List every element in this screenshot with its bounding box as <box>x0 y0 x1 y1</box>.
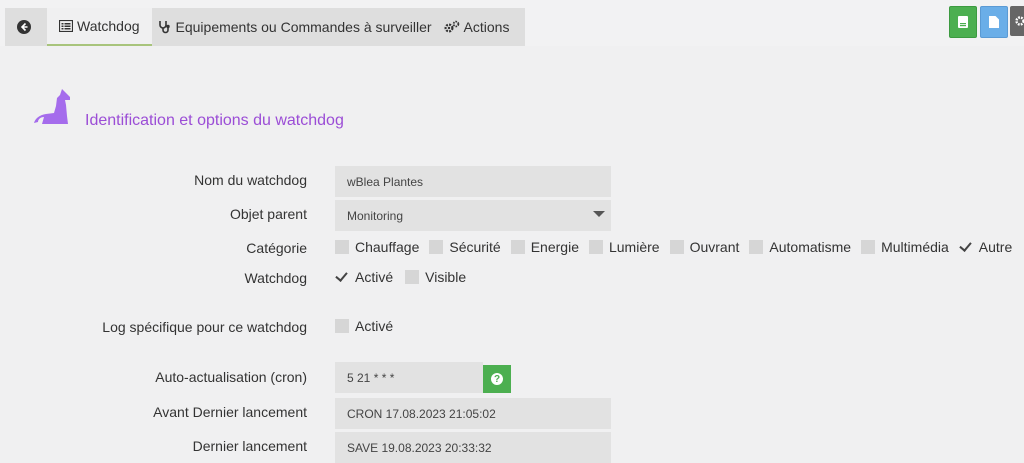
checkbox[interactable] <box>588 240 603 254</box>
section-title: Identification et options du watchdog <box>85 112 344 129</box>
name-label: Nom du watchdog <box>194 172 307 188</box>
top-bar: Watchdog Equipements ou Commandes à surv… <box>0 0 1024 46</box>
checkbox-label: Automatisme <box>769 239 852 255</box>
category-chauffage[interactable]: Chauffage <box>335 239 419 255</box>
checkbox-label: Chauffage <box>355 239 420 255</box>
checkbox[interactable] <box>429 240 444 254</box>
category-label: Catégorie <box>246 240 307 256</box>
checkbox-label: Sécurité <box>449 239 501 255</box>
previous-run-field: CRON 17.08.2023 21:05:02 <box>335 398 611 429</box>
category-autre[interactable]: Autre <box>959 239 1012 255</box>
last-run-field: SAVE 19.08.2023 20:33:32 <box>335 432 611 463</box>
checkbox-checked[interactable] <box>335 270 349 284</box>
save-icon <box>958 16 968 28</box>
back-button[interactable] <box>5 8 47 46</box>
watchdog-visible[interactable]: Visible <box>405 269 466 285</box>
checkbox-label: Activé <box>355 269 394 285</box>
parent-object-select[interactable]: Monitoring <box>335 200 611 231</box>
checkbox-label: Lumière <box>608 239 660 255</box>
cron-help-button[interactable]: ? <box>483 365 511 393</box>
tab-watchdog[interactable]: Watchdog <box>47 8 152 46</box>
checkbox[interactable] <box>405 270 420 284</box>
checkbox-label: Ouvrant <box>689 239 740 255</box>
gear-icon <box>1015 16 1024 26</box>
checkbox[interactable] <box>510 240 525 254</box>
configuration-button[interactable] <box>1010 6 1024 36</box>
tab-bar: Watchdog Equipements ou Commandes à surv… <box>5 8 525 46</box>
cron-input-value: 5 21 * * * <box>347 370 395 385</box>
last-run-value: SAVE 19.08.2023 20:33:32 <box>347 440 492 455</box>
name-input-value: wBlea Plantes <box>347 174 424 189</box>
checkbox-label: Activé <box>355 318 394 334</box>
watchdog-active[interactable]: Activé <box>335 269 393 285</box>
save-button[interactable] <box>949 6 977 38</box>
watchdog-checkboxes: Activé Visible <box>335 269 476 285</box>
category-multimedia[interactable]: Multimédia <box>861 239 949 255</box>
question-icon: ? <box>491 373 503 385</box>
cron-input[interactable]: 5 21 * * * <box>335 362 483 393</box>
category-lumiere[interactable]: Lumière <box>588 239 660 255</box>
category-securite[interactable]: Sécurité <box>429 239 501 255</box>
checkbox-label: Multimédia <box>881 239 949 255</box>
documentation-button[interactable] <box>980 6 1008 38</box>
cron-label: Auto-actualisation (cron) <box>155 369 307 385</box>
checkbox-label: Energie <box>530 239 579 255</box>
checkbox[interactable] <box>335 319 349 333</box>
dog-icon <box>34 89 70 124</box>
name-input[interactable]: wBlea Plantes <box>335 166 611 197</box>
stethoscope-icon <box>158 21 170 34</box>
checkbox-checked[interactable] <box>959 240 973 254</box>
tab-actions[interactable]: Actions <box>438 8 516 46</box>
log-label: Log spécifique pour ce watchdog <box>102 319 307 335</box>
checkbox[interactable] <box>669 240 684 254</box>
file-icon <box>989 16 999 28</box>
caret-down-icon <box>593 211 605 217</box>
list-icon <box>59 20 73 32</box>
checkbox-label: Visible <box>425 269 467 285</box>
gears-icon <box>444 20 459 33</box>
category-energie[interactable]: Energie <box>510 239 579 255</box>
log-checkboxes: Activé <box>335 318 403 334</box>
log-active[interactable]: Activé <box>335 318 393 334</box>
checkbox[interactable] <box>749 240 764 254</box>
parent-object-label: Objet parent <box>229 206 307 222</box>
tab-equipements[interactable]: Equipements ou Commandes à surveiller <box>152 8 438 46</box>
tab-watchdog-label: Watchdog <box>77 18 140 34</box>
checkbox[interactable] <box>861 240 876 254</box>
parent-object-value: Monitoring <box>347 208 404 223</box>
previous-run-value: CRON 17.08.2023 21:05:02 <box>347 406 496 421</box>
watchdog-label: Watchdog <box>244 270 307 286</box>
tab-equipements-label: Equipements ou Commandes à surveiller <box>175 19 432 35</box>
previous-run-label: Avant Dernier lancement <box>153 404 307 420</box>
checkbox-label: Autre <box>978 239 1013 255</box>
category-checkboxes: Chauffage Sécurité Energie Lumière Ouvra… <box>335 239 1012 255</box>
category-automatisme[interactable]: Automatisme <box>749 239 851 255</box>
category-ouvrant[interactable]: Ouvrant <box>669 239 740 255</box>
checkbox[interactable] <box>335 240 349 254</box>
last-run-label: Dernier lancement <box>192 438 307 454</box>
arrow-left-circle-icon <box>17 20 31 34</box>
tab-actions-label: Actions <box>463 19 510 35</box>
